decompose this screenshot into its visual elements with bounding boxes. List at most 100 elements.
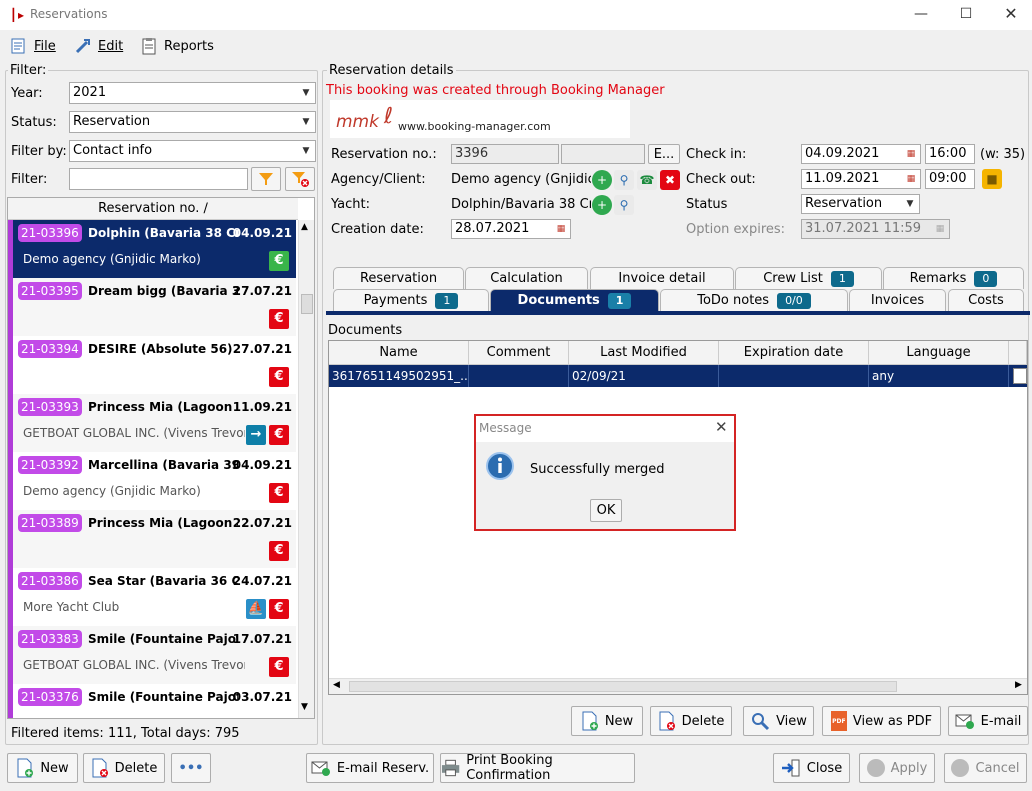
tab-count-badge: 1 xyxy=(435,292,459,309)
scroll-left-icon[interactable]: ◀ xyxy=(333,680,340,690)
scroll-down-icon[interactable]: ▼ xyxy=(301,702,308,712)
menu-file[interactable]: File xyxy=(10,35,56,57)
tab-reservation[interactable]: Reservation xyxy=(333,267,464,289)
col-header-language[interactable]: Language xyxy=(869,341,1009,365)
list-item[interactable]: 21-03386 Sea Star (Bavaria 36 Cruis24.07.… xyxy=(8,568,296,626)
edit-icon xyxy=(75,39,90,54)
resno-extra-field[interactable] xyxy=(561,144,645,164)
calendar-icon[interactable]: ▦ xyxy=(902,145,920,163)
add-agency-icon[interactable]: + xyxy=(592,170,612,190)
reservation-date: 24.07.21 xyxy=(232,574,292,588)
remove-agency-icon[interactable]: ✖ xyxy=(660,170,680,190)
bottom-delete-button[interactable]: Delete xyxy=(83,753,165,783)
tab-label: Remarks xyxy=(909,271,967,286)
close-button[interactable]: Close xyxy=(773,753,850,783)
list-item[interactable]: 21-03376 Smile (Fountaine Pajot SA03.07.2… xyxy=(8,684,296,718)
more-button[interactable]: ••• xyxy=(171,753,211,783)
list-item[interactable]: 21-03395 Dream bigg (Bavaria 33 Cr27.07.2… xyxy=(8,278,296,336)
menu-reports[interactable]: Reports xyxy=(140,35,214,57)
filter-input[interactable] xyxy=(69,168,248,190)
list-header[interactable]: Reservation no. ∕ xyxy=(8,198,298,220)
euro-payment-icon: € xyxy=(269,483,289,503)
list-item[interactable]: 21-03393 Princess Mia (Lagoon 42)11.09.21… xyxy=(8,394,296,452)
scroll-thumb-horizontal[interactable] xyxy=(349,681,897,692)
status-select[interactable]: Reservation ▼ xyxy=(69,111,316,133)
checkout-date-field[interactable]: 11.09.2021 ▦ xyxy=(801,169,921,189)
resno-field[interactable]: 3396 xyxy=(451,144,559,164)
cancel-button[interactable]: Cancel xyxy=(944,753,1027,783)
doc-pdf-button[interactable]: PDF View as PDF xyxy=(822,706,941,736)
creation-date-field[interactable]: 28.07.2021 ▦ xyxy=(451,219,571,239)
list-item[interactable]: 21-03396 Dolphin (Bavaria 38 Cruise04.09.… xyxy=(8,220,296,278)
dialog-close-icon[interactable]: ✕ xyxy=(715,418,728,436)
reservation-yacht: Sea Star (Bavaria 36 Cruis xyxy=(88,574,238,588)
doc-checkbox[interactable] xyxy=(1013,368,1027,384)
reports-icon xyxy=(142,38,156,55)
checkout-time-field[interactable]: 09:00 xyxy=(925,169,975,189)
doc-new-button[interactable]: New xyxy=(571,706,643,736)
tab-label: Invoice detail xyxy=(618,271,706,286)
doc-pdf-label: View as PDF xyxy=(852,713,933,729)
calendar-icon[interactable]: ▦ xyxy=(902,170,920,188)
checkin-date-field[interactable]: 04.09.2021 ▦ xyxy=(801,144,921,164)
tab-documents[interactable]: Documents 1 xyxy=(490,289,659,311)
phone-icon[interactable]: ☎ xyxy=(637,170,657,190)
list-scrollbar[interactable]: ▲ ▼ xyxy=(298,220,314,718)
search-agency-icon[interactable]: ⚲ xyxy=(614,170,634,190)
close-window-icon[interactable]: ✕ xyxy=(1000,4,1022,24)
tab-invoice-detail[interactable]: Invoice detail xyxy=(590,267,734,289)
dialog-ok-button[interactable]: OK xyxy=(590,499,622,522)
pdf-icon: PDF xyxy=(830,711,847,731)
reservation-id-badge: 21-03392 xyxy=(18,456,82,474)
tab-remarks[interactable]: Remarks 0 xyxy=(883,267,1024,289)
checkin-label: Check in: xyxy=(686,147,747,162)
col-header-comment[interactable]: Comment xyxy=(469,341,569,365)
filterby-select[interactable]: Contact info ▼ xyxy=(69,140,316,162)
minimize-icon[interactable]: — xyxy=(910,4,932,24)
scroll-up-icon[interactable]: ▲ xyxy=(301,222,308,232)
search-yacht-icon[interactable]: ⚲ xyxy=(614,195,634,215)
note-icon[interactable]: ■ xyxy=(982,169,1002,189)
resno-edit-button[interactable]: E... xyxy=(648,144,680,164)
col-header-modified[interactable]: Last Modified xyxy=(569,341,719,365)
add-yacht-icon[interactable]: + xyxy=(592,195,612,215)
email-reservation-button[interactable]: E-mail Reserv. xyxy=(306,753,434,783)
tab-todo-notes[interactable]: ToDo notes 0/0 xyxy=(660,289,848,311)
doc-email-button[interactable]: E-mail xyxy=(948,706,1028,736)
col-header-name[interactable]: Name xyxy=(329,341,469,365)
reservation-id-badge: 21-03394 xyxy=(18,340,82,358)
scroll-thumb[interactable] xyxy=(301,294,313,314)
horizontal-scrollbar[interactable]: ◀ ▶ xyxy=(329,678,1027,694)
doc-email-label: E-mail xyxy=(980,713,1022,729)
list-item[interactable]: 21-03394 DESIRE (Absolute 56) 27.07.21 € xyxy=(8,336,296,394)
tab-count-badge: 1 xyxy=(607,292,632,309)
list-item[interactable]: 21-03392 Marcellina (Bavaria 39 Cru04.09.… xyxy=(8,452,296,510)
tab-costs[interactable]: Costs xyxy=(948,289,1024,311)
yacht-value: Dolphin/Bavaria 38 Cru... xyxy=(451,197,591,212)
col-header-expiration[interactable]: Expiration date xyxy=(719,341,869,365)
checkin-time-field[interactable]: 16:00 xyxy=(925,144,975,164)
year-select[interactable]: 2021 ▼ xyxy=(69,82,316,104)
tab-payments[interactable]: Payments 1 xyxy=(333,289,489,311)
res-status-select[interactable]: Reservation ▼ xyxy=(801,194,920,214)
tab-crew-list[interactable]: Crew List 1 xyxy=(735,267,882,289)
year-value: 2021 xyxy=(73,85,107,100)
menu-edit[interactable]: Edit xyxy=(74,35,123,57)
tab-calculation[interactable]: Calculation xyxy=(465,267,588,289)
clear-filter-button[interactable] xyxy=(285,167,315,191)
apply-filter-button[interactable] xyxy=(251,167,281,191)
scroll-right-icon[interactable]: ▶ xyxy=(1015,680,1022,690)
doc-delete-button[interactable]: Delete xyxy=(650,706,732,736)
maximize-icon[interactable]: ☐ xyxy=(955,4,977,24)
reservation-yacht: Princess Mia (Lagoon 42) xyxy=(88,516,238,530)
bottom-new-button[interactable]: New xyxy=(7,753,78,783)
doc-delete-label: Delete xyxy=(681,713,725,729)
calendar-icon[interactable]: ▦ xyxy=(552,220,570,238)
doc-view-button[interactable]: View xyxy=(743,706,814,736)
reservation-agent: GETBOAT GLOBAL INC. (Vivens Trevon xyxy=(23,426,245,440)
list-item[interactable]: 21-03389 Princess Mia (Lagoon 42)22.07.21… xyxy=(8,510,296,568)
apply-button[interactable]: Apply xyxy=(859,753,935,783)
tab-invoices[interactable]: Invoices xyxy=(849,289,946,311)
print-confirmation-button[interactable]: Print Booking Confirmation xyxy=(440,753,635,783)
list-item[interactable]: 21-03383 Smile (Fountaine Pajot SA17.07.2… xyxy=(8,626,296,684)
